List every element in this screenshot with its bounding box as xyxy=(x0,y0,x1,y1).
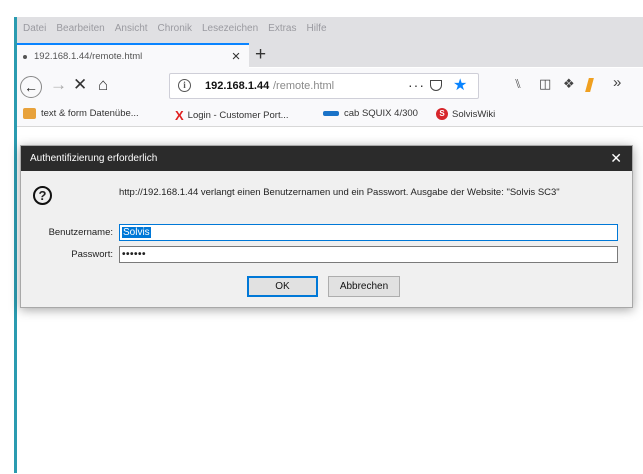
password-value: •••••• xyxy=(122,249,147,260)
tab-remote[interactable]: 192.168.1.44/remote.html × xyxy=(17,43,249,68)
tab-title: 192.168.1.44/remote.html xyxy=(34,51,143,62)
url-path: /remote.html xyxy=(273,80,335,92)
bookmark-login-customer[interactable]: X Login - Customer Port... xyxy=(175,108,289,123)
bookmark-text-form[interactable]: text & form Datenübe... xyxy=(23,108,139,119)
overflow-menu-icon[interactable]: » xyxy=(613,74,621,91)
menu-item-bearbeiten[interactable]: Bearbeiten xyxy=(56,23,104,34)
bookmark-star-icon[interactable]: ★ xyxy=(453,75,467,95)
bookmark-solviswiki[interactable]: S SolvisWiki xyxy=(436,108,495,120)
menu-bar: Datei Bearbeiten Ansicht Chronik Lesezei… xyxy=(17,17,643,39)
bookmarks-toolbar: text & form Datenübe... X Login - Custom… xyxy=(17,104,643,126)
url-host: 192.168.1.44 xyxy=(205,80,270,92)
menu-item-chronik[interactable]: Chronik xyxy=(158,23,192,34)
pocket-icon[interactable] xyxy=(430,80,442,91)
navigation-toolbar: ← → ✕ ⌂ i 192.168.1.44 /remote.html ··· … xyxy=(17,68,643,104)
url-bar[interactable]: i 192.168.1.44 /remote.html ··· ★ xyxy=(169,73,479,99)
ok-button[interactable]: OK xyxy=(247,276,318,297)
cab-logo-icon xyxy=(323,111,339,116)
solvis-logo-icon: S xyxy=(436,108,448,120)
username-label: Benutzername: xyxy=(48,227,113,238)
tab-close-icon[interactable]: × xyxy=(227,48,245,65)
tab-loading-dot-icon xyxy=(23,54,27,59)
extension-icon[interactable]: ❖ xyxy=(563,76,575,92)
dialog-message: http://192.168.1.44 verlangt einen Benut… xyxy=(119,187,560,198)
bookmark-label: SolvisWiki xyxy=(452,108,496,120)
bookmark-label: cab SQUIX 4/300 xyxy=(344,108,418,119)
folder-icon xyxy=(23,108,36,119)
sidebar-icon[interactable]: ◫ xyxy=(539,76,551,92)
password-label: Passwort: xyxy=(71,249,113,260)
menu-item-lesezeichen[interactable]: Lesezeichen xyxy=(202,23,258,34)
library-icon[interactable]: ⑊ xyxy=(514,76,522,91)
dialog-titlebar: Authentifizierung erforderlich ✕ xyxy=(21,146,632,171)
password-field[interactable]: •••••• xyxy=(119,246,618,263)
dialog-title: Authentifizierung erforderlich xyxy=(30,153,158,164)
new-tab-icon[interactable]: + xyxy=(255,44,266,66)
bookmark-label: Login - Customer Port... xyxy=(187,110,289,121)
username-field[interactable]: Solvis xyxy=(119,224,618,241)
menu-item-ansicht[interactable]: Ansicht xyxy=(115,23,148,34)
dialog-close-icon[interactable]: ✕ xyxy=(610,150,622,167)
cancel-button[interactable]: Abbrechen xyxy=(328,276,400,297)
addon-icon[interactable] xyxy=(585,78,594,92)
menu-item-hilfe[interactable]: Hilfe xyxy=(307,23,327,34)
bookmark-cab-squix[interactable]: cab SQUIX 4/300 xyxy=(323,108,418,119)
auth-dialog: Authentifizierung erforderlich ✕ ? http:… xyxy=(20,145,633,308)
back-icon[interactable]: ← xyxy=(20,76,42,98)
forward-icon[interactable]: → xyxy=(50,76,67,94)
page-actions-icon[interactable]: ··· xyxy=(408,77,425,93)
username-value: Solvis xyxy=(122,227,151,238)
question-icon: ? xyxy=(33,186,52,205)
site-info-icon[interactable]: i xyxy=(178,79,191,92)
bookmark-label: text & form Datenübe... xyxy=(41,108,139,119)
desktop-top-strip xyxy=(0,0,643,17)
menu-item-datei[interactable]: Datei xyxy=(23,23,46,34)
menu-item-extras[interactable]: Extras xyxy=(268,23,296,34)
home-icon[interactable]: ⌂ xyxy=(98,76,108,94)
x-logo-icon: X xyxy=(175,108,184,123)
stop-icon[interactable]: ✕ xyxy=(73,76,87,94)
